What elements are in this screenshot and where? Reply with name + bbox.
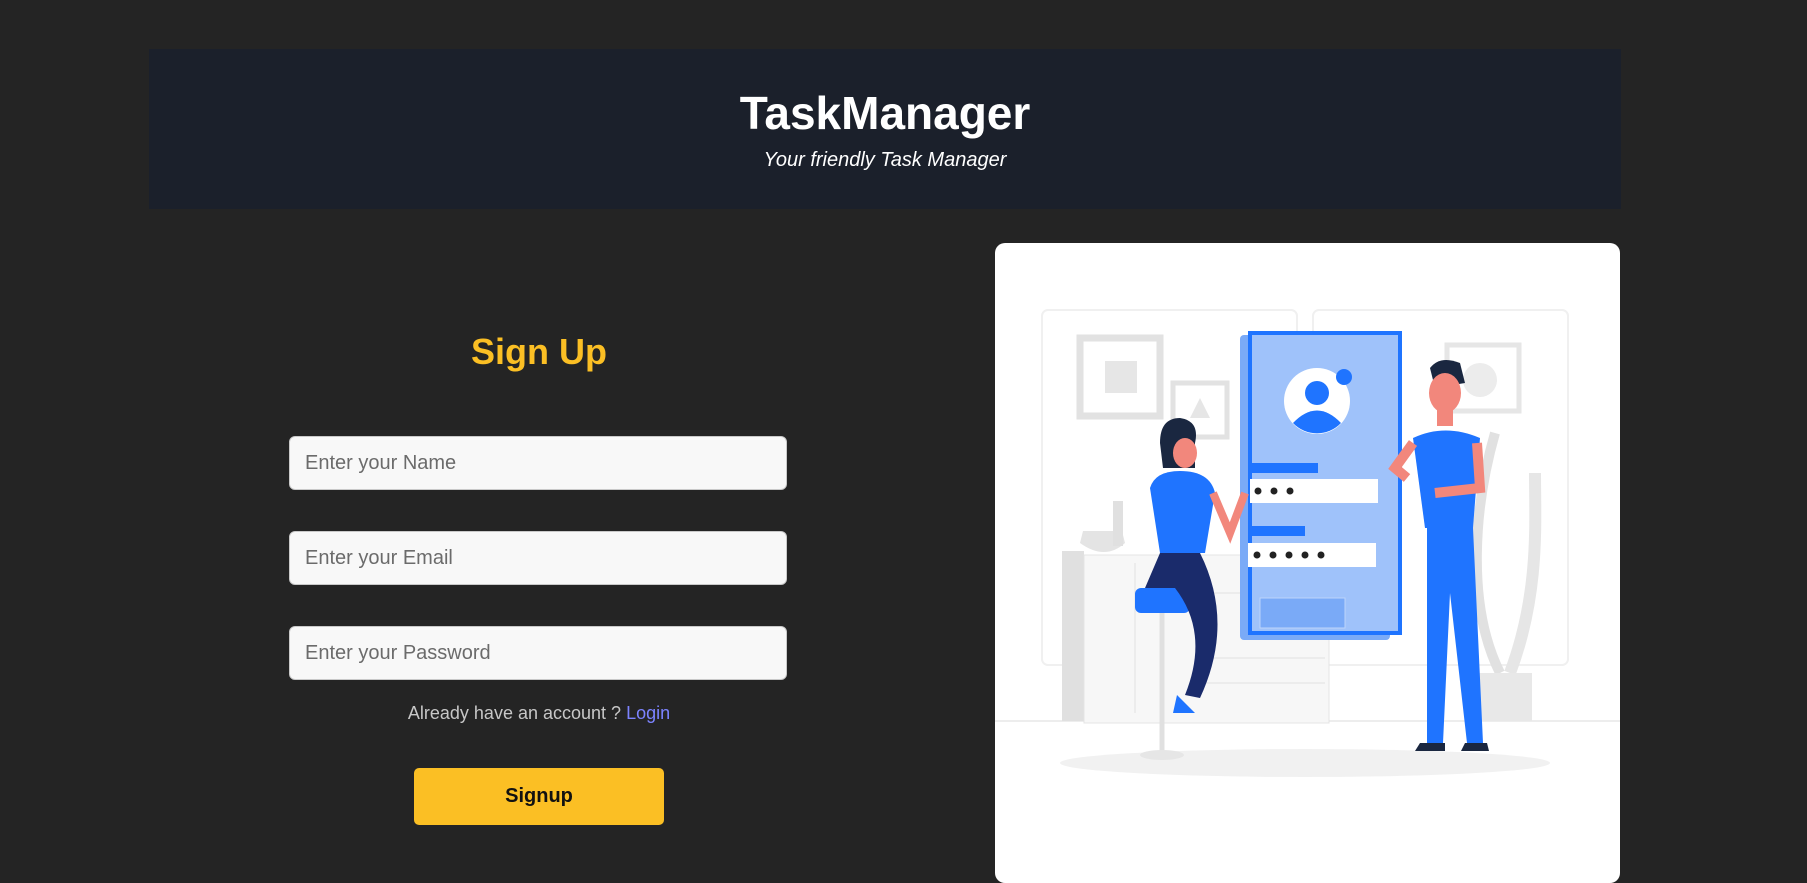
illustration-card [995,243,1620,883]
signup-illustration-icon [995,309,1620,777]
account-prompt-text: Already have an account ? [407,703,622,723]
form-title: Sign Up [471,331,607,372]
app-title: TaskManager [739,87,1031,139]
name-input[interactable] [289,436,787,490]
login-prompt: Already have an account ? Login [149,703,929,724]
login-link[interactable]: Login [626,703,670,723]
signup-button[interactable]: Signup [414,768,664,825]
site-header: TaskManager Your friendly Task Manager [149,49,1621,209]
signup-form-panel: Sign Up Already have an account ? Login … [149,243,929,866]
email-input[interactable] [289,531,787,585]
password-input[interactable] [289,626,787,680]
app-subtitle: Your friendly Task Manager [763,149,1007,171]
